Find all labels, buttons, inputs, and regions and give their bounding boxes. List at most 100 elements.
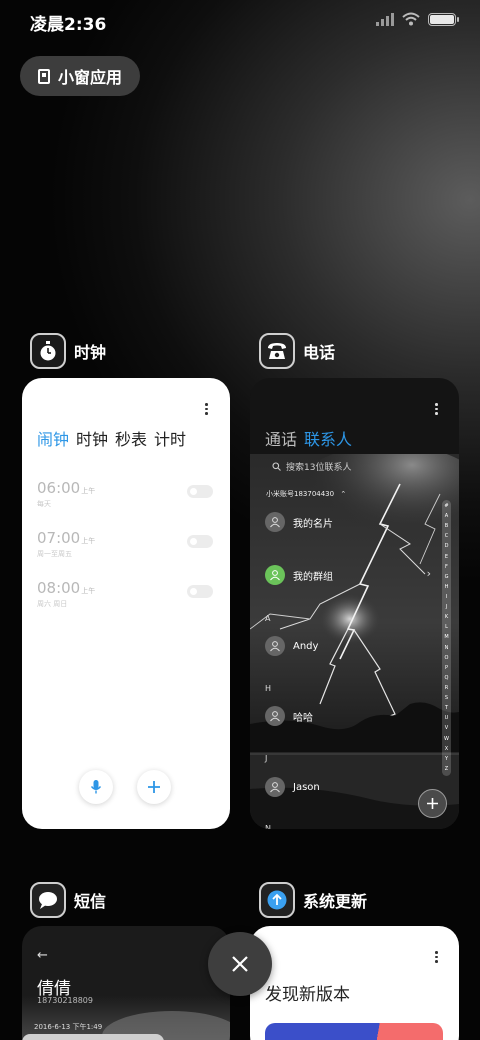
floating-window-icon: [38, 68, 50, 84]
plus-icon: [148, 781, 160, 793]
alarm-toggle[interactable]: [187, 535, 213, 548]
phone-tabs: 通话 联系人: [265, 426, 352, 450]
index-letter[interactable]: Y: [445, 756, 448, 762]
contact-avatar-icon: [265, 636, 285, 656]
search-placeholder: 搜索13位联系人: [286, 463, 352, 473]
sms-app-icon: [30, 882, 66, 918]
alarm-period: 上午: [81, 487, 96, 495]
floating-window-button[interactable]: 小窗应用: [20, 56, 141, 96]
contacts-search[interactable]: 搜索13位联系人: [272, 460, 351, 473]
plus-icon: [427, 798, 438, 809]
phone-app-icon: [259, 333, 295, 369]
account-selector[interactable]: 小米账号183704430 ⌃: [266, 489, 346, 499]
status-icons: [376, 12, 459, 26]
index-letter[interactable]: F: [445, 564, 448, 570]
index-letter[interactable]: T: [445, 706, 448, 711]
index-letter[interactable]: M: [444, 635, 448, 640]
index-letter[interactable]: #: [444, 504, 448, 509]
microphone-icon: [90, 780, 102, 794]
index-letter[interactable]: J: [446, 605, 447, 610]
tab-stopwatch[interactable]: 秒表: [115, 426, 147, 450]
tab-clock[interactable]: 时钟: [76, 426, 108, 450]
tab-timer[interactable]: 计时: [154, 426, 186, 450]
phone-app-name: 电话: [303, 343, 336, 362]
index-letter[interactable]: P: [445, 665, 448, 671]
contact-row[interactable]: 哈哈: [265, 706, 313, 726]
index-letter[interactable]: Z: [445, 766, 448, 772]
contact-row[interactable]: Andy: [265, 636, 318, 656]
alphabet-index[interactable]: # A B C D E F G H I J K L M N O P Q R S T U V W X Y Z: [442, 500, 451, 776]
contact-name: 哈哈: [293, 712, 313, 724]
updater-app-icon: [259, 882, 295, 918]
update-banner: [265, 1023, 443, 1040]
add-contact-button[interactable]: [418, 789, 447, 818]
chevron-updown-icon: ⌃: [340, 490, 347, 498]
index-letter[interactable]: V: [445, 726, 448, 731]
alarm-toggle[interactable]: [187, 585, 213, 598]
index-letter[interactable]: G: [445, 574, 449, 580]
section-letter: N: [265, 824, 271, 829]
index-letter[interactable]: H: [445, 584, 449, 590]
index-letter[interactable]: B: [445, 524, 448, 529]
sms-app-card[interactable]: ← 倩倩 18730218809 2016-6-13 下午1:49: [22, 926, 230, 1040]
index-letter[interactable]: K: [445, 615, 448, 620]
phone-app-header[interactable]: 电话: [259, 333, 335, 369]
index-letter[interactable]: R: [445, 685, 448, 691]
contact-row[interactable]: 我的名片: [265, 512, 333, 532]
clock-app-header[interactable]: 时钟: [30, 333, 106, 369]
tab-contacts[interactable]: 联系人: [304, 426, 352, 450]
index-letter[interactable]: C: [445, 534, 449, 539]
contact-name: Andy: [293, 640, 319, 652]
tab-calls[interactable]: 通话: [265, 426, 297, 450]
alarm-period: 上午: [81, 587, 96, 595]
index-letter[interactable]: N: [445, 645, 449, 651]
clock-app-icon: [30, 333, 66, 369]
index-letter[interactable]: I: [446, 594, 447, 600]
index-letter[interactable]: D: [445, 544, 449, 549]
index-letter[interactable]: A: [445, 514, 448, 519]
index-letter[interactable]: W: [444, 736, 449, 742]
index-letter[interactable]: S: [445, 696, 448, 701]
message-date: 2016-6-13 下午1:49: [34, 1023, 103, 1031]
contact-row[interactable]: 我的群组: [265, 565, 333, 585]
alarm-toggle[interactable]: [187, 485, 213, 498]
clear-all-button[interactable]: [208, 932, 272, 996]
alarm-repeat: 周六 周日: [37, 600, 68, 608]
alarm-period: 上午: [81, 537, 96, 545]
group-avatar-icon: [265, 565, 285, 585]
wifi-icon: [402, 12, 420, 26]
index-letter[interactable]: L: [445, 625, 448, 630]
updater-app-header[interactable]: 系统更新: [259, 882, 367, 918]
alarm-time: 08:00: [37, 579, 81, 597]
signal-icon: [376, 12, 394, 26]
phone-app-card[interactable]: 通话 联系人 搜索13位联系人 小米账号183704430 ⌃ 我的名片 我的群…: [250, 378, 459, 829]
section-letter: J: [265, 754, 268, 763]
alarm-item[interactable]: 06:00上午 每天: [37, 478, 215, 509]
tab-alarm[interactable]: 闹钟: [37, 426, 69, 450]
search-icon: [272, 462, 281, 471]
index-letter[interactable]: Q: [445, 675, 449, 681]
contact-avatar-icon: [265, 777, 285, 797]
alarm-repeat: 周一至周五: [37, 550, 72, 558]
more-menu-icon[interactable]: [435, 951, 439, 963]
index-letter[interactable]: U: [445, 716, 449, 721]
index-letter[interactable]: O: [445, 655, 449, 661]
index-letter[interactable]: E: [445, 554, 448, 560]
updater-app-name: 系统更新: [303, 892, 368, 911]
contact-row[interactable]: Jason: [265, 777, 320, 797]
index-letter[interactable]: X: [445, 746, 448, 752]
back-arrow-icon[interactable]: ←: [37, 948, 48, 963]
more-menu-icon[interactable]: [205, 403, 209, 415]
sms-app-header[interactable]: 短信: [30, 882, 106, 918]
clock-app-card[interactable]: 闹钟 时钟 秒表 计时 06:00上午 每天 07:00上午 周一至周五 08:…: [22, 378, 230, 829]
alarm-item[interactable]: 07:00上午 周一至周五: [37, 528, 215, 559]
alarm-item[interactable]: 08:00上午 周六 周日: [37, 578, 215, 609]
section-letter: A: [265, 614, 271, 623]
voice-alarm-button[interactable]: [79, 770, 113, 804]
add-alarm-button[interactable]: [137, 770, 171, 804]
sms-app-name: 短信: [74, 892, 107, 911]
contact-avatar-icon: [265, 706, 285, 726]
conversation-phone: 18730218809: [37, 996, 93, 1005]
more-menu-icon[interactable]: [435, 403, 439, 415]
updater-app-card[interactable]: 发现新版本: [250, 926, 459, 1040]
